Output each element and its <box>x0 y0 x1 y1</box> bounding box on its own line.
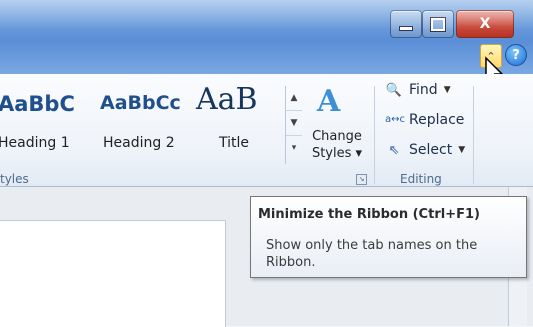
style-sample-heading-2[interactable]: AaBbCc <box>100 92 181 114</box>
tooltip: Minimize the Ribbon (Ctrl+F1) Show only … <box>250 196 527 278</box>
tooltip-title: Minimize the Ribbon (Ctrl+F1) <box>258 207 480 222</box>
styles-gallery-scroll[interactable]: ▲ ▼ ▾ <box>285 86 302 164</box>
change-styles-button[interactable]: Change Styles ▾ <box>310 128 364 162</box>
group-separator <box>473 86 474 184</box>
replace-button[interactable]: a↔c Replace <box>385 112 464 128</box>
gallery-more-icon[interactable]: ▾ <box>286 136 302 160</box>
change-styles-icon[interactable]: A <box>317 84 340 119</box>
window-minimize-button[interactable] <box>390 10 422 38</box>
gallery-down-icon[interactable]: ▼ <box>286 111 302 136</box>
chevron-down-icon: ▼ <box>458 145 466 155</box>
gallery-up-icon[interactable]: ▲ <box>286 86 302 111</box>
change-styles-label-1: Change <box>312 129 362 144</box>
maximize-icon <box>430 16 446 32</box>
style-name-heading-2: Heading 2 <box>103 135 175 151</box>
change-styles-label-2: Styles ▾ <box>311 146 363 161</box>
title-bar: X ⌃ ? <box>0 0 533 87</box>
window-maximize-button[interactable] <box>422 10 454 38</box>
chevron-down-icon: ▼ <box>443 85 451 95</box>
help-icon: ? <box>512 47 520 63</box>
style-sample-title[interactable]: AaB <box>196 82 258 117</box>
editing-group-label: Editing <box>400 172 442 186</box>
select-button[interactable]: ⇖ Select ▼ <box>385 142 466 158</box>
styles-dialog-launcher-icon[interactable]: ↘ <box>356 174 367 185</box>
group-separator <box>374 86 375 184</box>
window-close-button[interactable]: X <box>456 10 514 38</box>
binoculars-icon: 🔍 <box>385 82 403 98</box>
minimize-icon <box>399 25 413 31</box>
replace-label: Replace <box>409 112 465 128</box>
replace-icon: a↔c <box>385 114 406 125</box>
tooltip-body: Show only the tab names on the Ribbon. <box>266 238 478 270</box>
style-sample-heading-1[interactable]: AaBbC <box>0 92 75 116</box>
ribbon <box>0 74 533 187</box>
document-page[interactable] <box>0 220 226 327</box>
find-button[interactable]: 🔍 Find ▼ <box>385 82 451 98</box>
style-name-title: Title <box>219 135 250 151</box>
style-name-heading-1: Heading 1 <box>0 135 70 151</box>
select-label: Select <box>409 142 453 158</box>
styles-group-label: tyles <box>0 172 29 186</box>
close-icon: X <box>479 16 491 32</box>
help-button[interactable]: ? <box>505 44 527 66</box>
cursor-arrow-icon: ⇖ <box>388 142 400 158</box>
find-label: Find <box>409 82 438 98</box>
